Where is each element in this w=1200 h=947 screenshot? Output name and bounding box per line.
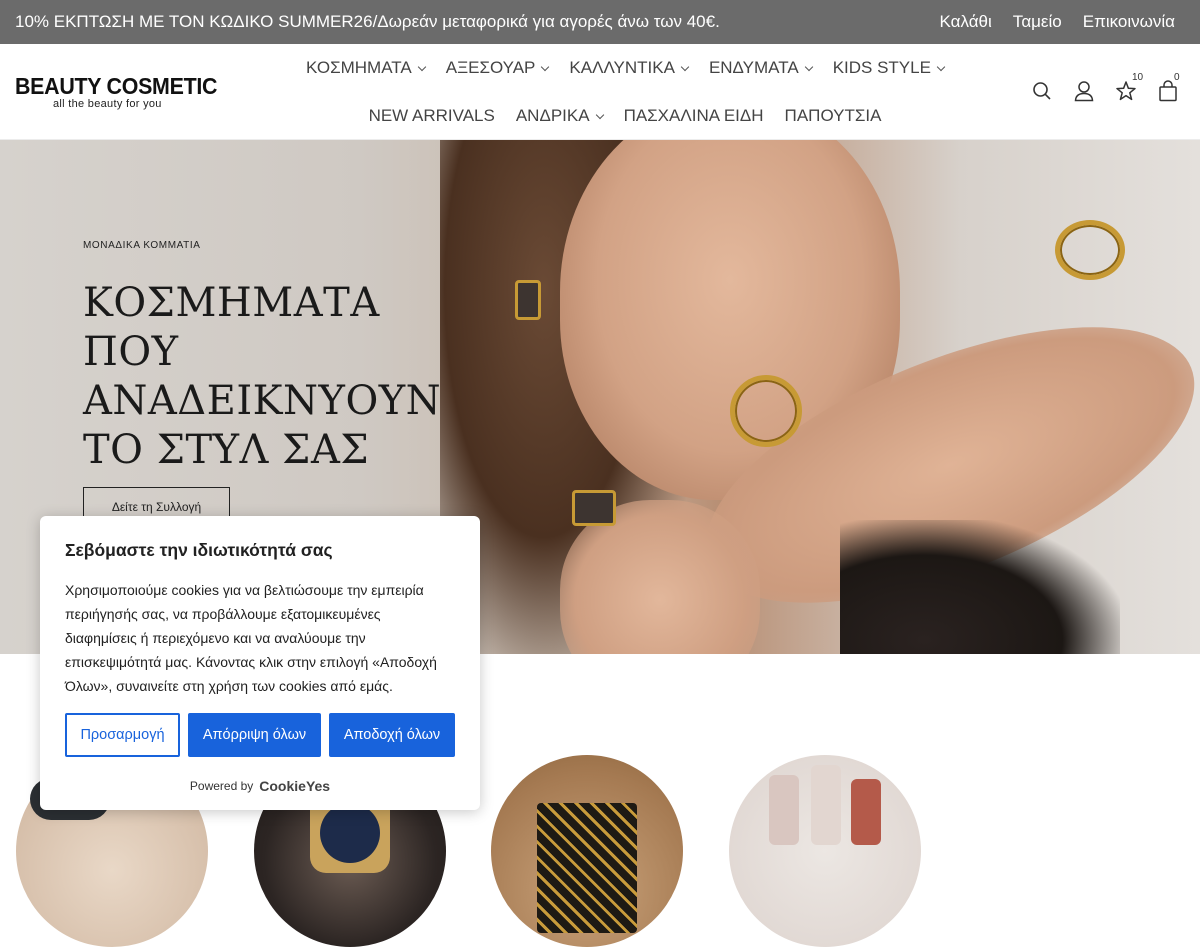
hero-text: ΜΟΝΑΔΙΚΑ ΚΟΜΜΑΤΙΑ ΚΟΣΜΗΜΑΤΑ ΠΟΥ ΑΝΑΔΕΙΚΝ…	[83, 240, 483, 475]
wishlist-count-badge: 10	[1132, 72, 1144, 83]
nav-item-kids-style[interactable]: KIDS STYLE	[832, 58, 946, 78]
nav-item-clothing[interactable]: ΕΝΔΥΜΑΤΑ	[708, 58, 813, 78]
cookie-title: Σεβόμαστε την ιδιωτικότητά σας	[65, 540, 333, 560]
nav-label: ΑΝΔΡΙΚΑ	[515, 106, 590, 125]
nav-label: ΚΟΣΜΗΜΑΤΑ	[306, 58, 412, 77]
powered-by-label: Powered by	[189, 779, 254, 793]
search-icon[interactable]	[1032, 80, 1052, 102]
cookie-body: Χρησιμοποιούμε cookies για να βελτιώσουμ…	[65, 582, 437, 694]
cart-count-badge: 0	[1174, 72, 1180, 83]
hero-ring	[730, 375, 802, 447]
logo-tagline: all the beauty for you	[53, 98, 162, 110]
chevron-down-icon	[541, 62, 550, 72]
nav-label: ΠΑΠΟΥΤΣΙΑ	[784, 106, 882, 125]
customize-button[interactable]: Προσαρμογή	[65, 713, 180, 757]
nav-item-accessories[interactable]: ΑΞΕΣΟΥΑΡ	[445, 58, 550, 78]
accept-all-button[interactable]: Αποδοχή όλων	[329, 713, 455, 757]
site-logo[interactable]: BEAUTY COSMETIC all the beauty for you	[15, 74, 225, 110]
cookie-buttons: Προσαρμογή Απόρριψη όλων Αποδοχή όλων	[65, 713, 455, 757]
hero-earring	[515, 280, 541, 320]
nav-item-easter[interactable]: ΠΑΣΧΑΛΙΝΑ ΕΙΔΗ	[624, 106, 764, 126]
nav-label: ΕΝΔΥΜΑΤΑ	[708, 58, 799, 77]
logo-brand: BEAUTY COSMETIC	[15, 73, 218, 99]
top-link-contact[interactable]: Επικοινωνία	[1083, 12, 1175, 32]
hero-title-line: ΤΟ ΣΤΥΛ ΣΑΣ	[83, 427, 370, 473]
header-icons: 10 0	[1032, 72, 1180, 102]
cosmetic-stick	[769, 775, 799, 845]
chevron-down-icon	[595, 110, 604, 120]
nav-label: ΚΑΛΛΥΝΤΙΚΑ	[569, 58, 675, 77]
wishlist-button[interactable]: 10	[1116, 72, 1143, 102]
user-icon[interactable]	[1074, 80, 1094, 102]
top-links: Καλάθι Ταμείο Επικοινωνία	[940, 12, 1185, 32]
star-icon	[1116, 81, 1136, 101]
nav-label: ΠΑΣΧΑΛΙΝΑ ΕΙΔΗ	[623, 106, 764, 125]
nav-item-cosmetics[interactable]: ΚΑΛΛΥΝΤΙΚΑ	[569, 58, 690, 78]
hero-title-line: ΑΝΑΔΕΙΚΝΥΟΥΝ	[83, 378, 442, 424]
cookie-consent-banner: Σεβόμαστε την ιδιωτικότητά σας Χρησιμοπο…	[40, 516, 480, 810]
category-circle-bags[interactable]	[491, 755, 683, 947]
cart-button[interactable]: 0	[1158, 72, 1180, 102]
top-link-checkout[interactable]: Ταμείο	[1013, 12, 1062, 32]
chevron-down-icon	[680, 62, 690, 72]
nav-label: ΑΞΕΣΟΥΑΡ	[445, 58, 536, 77]
bag-icon	[1159, 80, 1177, 102]
hero-eyebrow: ΜΟΝΑΔΙΚΑ ΚΟΜΜΑΤΙΑ	[83, 240, 201, 251]
announcement-bar: 10% ΕΚΠΤΩΣΗ ΜΕ ΤΟΝ ΚΩΔΙΚΟ SUMMER26/Δωρεά…	[0, 0, 1200, 44]
reject-all-button[interactable]: Απόρριψη όλων	[188, 713, 321, 757]
hero-title: ΚΟΣΜΗΜΑΤΑ ΠΟΥ ΑΝΑΔΕΙΚΝΥΟΥΝ ΤΟ ΣΤΥΛ ΣΑΣ	[83, 279, 483, 475]
chevron-down-icon	[804, 62, 813, 72]
nav-label: NEW ARRIVALS	[368, 106, 495, 125]
bag-image	[537, 803, 637, 933]
site-header: BEAUTY COSMETIC all the beauty for you Κ…	[0, 44, 1200, 140]
nav-row-1: ΚΟΣΜΗΜΑΤΑ ΑΞΕΣΟΥΑΡ ΚΑΛΛΥΝΤΙΚΑ ΕΝΔΥΜΑΤΑ K…	[280, 44, 970, 92]
category-circle-cosmetics[interactable]	[729, 755, 921, 947]
cookieyes-logo[interactable]: CookieYes	[259, 778, 330, 794]
hero-bracelet	[1055, 220, 1125, 280]
hero-ring-gem	[572, 490, 616, 526]
top-link-cart[interactable]: Καλάθι	[940, 12, 992, 32]
chevron-down-icon	[936, 62, 946, 72]
cosmetic-stick	[811, 765, 841, 845]
hero-photo-dress	[840, 520, 1120, 654]
nav-item-mens[interactable]: ΑΝΔΡΙΚΑ	[515, 106, 604, 126]
nav-item-new-arrivals[interactable]: NEW ARRIVALS	[369, 106, 495, 126]
cosmetic-stick	[851, 779, 881, 845]
promo-text: 10% ΕΚΠΤΩΣΗ ΜΕ ΤΟΝ ΚΩΔΙΚΟ SUMMER26/Δωρεά…	[15, 12, 720, 31]
nav-item-jewelry[interactable]: ΚΟΣΜΗΜΑΤΑ	[306, 58, 426, 78]
nav-item-shoes[interactable]: ΠΑΠΟΥΤΣΙΑ	[785, 106, 882, 126]
nav-label: KIDS STYLE	[832, 58, 931, 77]
chevron-down-icon	[417, 62, 426, 72]
nav-row-2: NEW ARRIVALS ΑΝΔΡΙΚΑ ΠΑΣΧΑΛΙΝΑ ΕΙΔΗ ΠΑΠΟ…	[280, 92, 970, 140]
main-nav: ΚΟΣΜΗΜΑΤΑ ΑΞΕΣΟΥΑΡ ΚΑΛΛΥΝΤΙΚΑ ΕΝΔΥΜΑΤΑ K…	[280, 44, 970, 140]
hero-title-line: ΚΟΣΜΗΜΑΤΑ ΠΟΥ	[83, 280, 380, 375]
powered-by: Powered by CookieYes	[40, 778, 480, 794]
